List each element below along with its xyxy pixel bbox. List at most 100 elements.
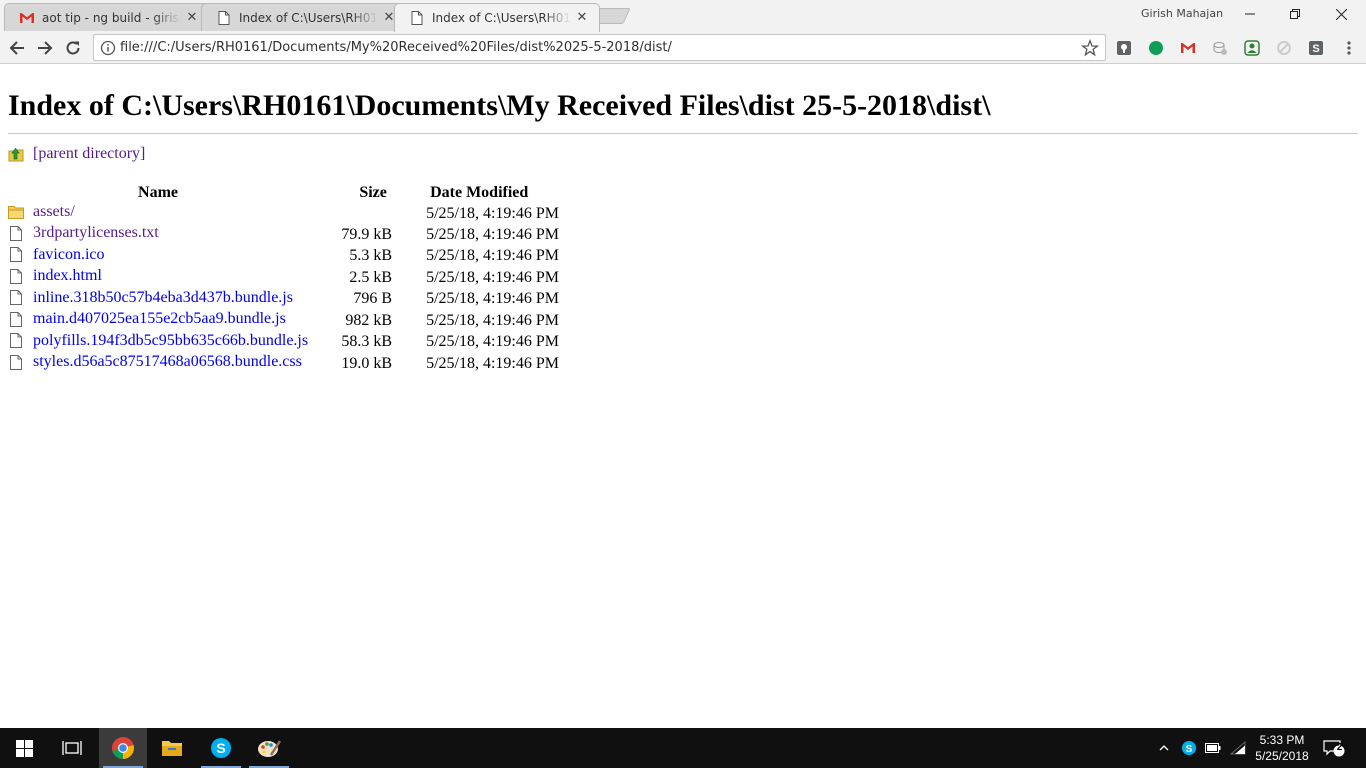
file-name-cell: 3rdpartylicenses.txt [8,224,308,246]
file-link[interactable]: main.d407025ea155e2cb5aa9.bundle.js [33,310,286,328]
windows-taskbar: S S 5:33 PM 5/25/2018 2 [0,728,1366,768]
file-size-cell: 79.9 kB [341,225,393,243]
paint-icon [258,740,281,757]
table-row: styles.d56a5c87517468a06568.bundle.css 19… [8,353,559,375]
file-size-cell: 982 kB [345,311,393,329]
up-folder-icon [8,147,24,162]
table-header-row: Name Size Date Modified [8,183,559,203]
file-name-cell: index.html [8,267,308,289]
file-name-cell: styles.d56a5c87517468a06568.bundle.css [8,353,308,375]
tab-index-1[interactable]: Index of C:\Users\RH0161\ ✕ [201,3,407,31]
file-date-cell: 5/25/18, 4:19:46 PM [426,311,559,329]
url-text[interactable]: file:///C:/Users/RH0161/Documents/My%20R… [120,40,672,55]
parent-directory-link[interactable]: [parent directory] [33,145,145,163]
skype-icon: S [211,738,231,758]
file-date-cell: 5/25/18, 4:19:46 PM [426,268,559,286]
clock-time: 5:33 PM [1259,733,1305,747]
file-link[interactable]: index.html [33,267,102,285]
action-center-button[interactable]: 2 [1322,728,1346,768]
address-bar[interactable]: file:///C:/Users/RH0161/Documents/My%20R… [93,34,1106,61]
minimize-button[interactable] [1227,0,1273,28]
restore-icon [1290,9,1300,19]
file-icon [8,268,24,284]
paint-taskbar-button[interactable] [245,728,293,768]
column-header-date-modified[interactable]: Date Modified [398,183,559,203]
info-icon[interactable] [100,40,116,56]
file-link[interactable]: inline.318b50c57b4eba3d437b.bundle.js [33,289,293,307]
file-date-cell: 5/25/18, 4:19:46 PM [426,333,559,351]
file-link[interactable]: favicon.ico [33,246,105,264]
skype-taskbar-button[interactable]: S [197,728,245,768]
parent-directory-link-row: [parent directory] [8,145,145,163]
table-row: assets/5/25/18, 4:19:46 PM [8,203,559,224]
show-hidden-icons-button[interactable] [1155,728,1173,768]
start-button[interactable] [0,728,48,768]
page-icon [216,10,232,26]
chrome-taskbar-button[interactable] [99,728,147,768]
extension-disabled-icon[interactable] [1275,39,1293,57]
page-title: Index of C:\Users\RH0161\Documents\My Re… [8,89,991,122]
table-row: index.html 2.5 kB 5/25/18, 4:19:46 PM [8,267,559,289]
extension-green-dot-icon[interactable] [1147,39,1165,57]
tab-index-2-active[interactable]: Index of C:\Users\RH0161\ ✕ [394,3,600,32]
forward-arrow-icon [38,41,53,55]
skype-tray-button[interactable]: S [1180,728,1198,768]
file-name-cell: favicon.ico [8,246,308,268]
file-date-cell: 5/25/18, 4:19:46 PM [426,290,559,308]
file-name-cell: inline.318b50c57b4eba3d437b.bundle.js [8,289,308,311]
column-header-name[interactable]: Name [8,183,308,203]
profile-name[interactable]: Girish Mahajan [1141,7,1223,20]
file-link[interactable]: 3rdpartylicenses.txt [33,224,159,242]
task-view-icon [62,741,82,755]
svg-text:S: S [216,740,225,756]
bookmark-star-icon[interactable] [1081,39,1099,57]
file-link[interactable]: styles.d56a5c87517468a06568.bundle.css [33,353,302,371]
close-window-button[interactable] [1318,0,1364,28]
file-rows: assets/5/25/18, 4:19:46 PM 3rdpartylicens… [8,203,559,375]
windows-logo-icon [15,739,33,757]
menu-icon[interactable] [1340,39,1358,57]
file-link[interactable]: assets/ [33,203,75,221]
file-link[interactable]: polyfills.194f3db5c95bb635c66b.bundle.js [33,332,308,350]
file-date-cell: 5/25/18, 4:19:46 PM [426,247,559,265]
notification-count: 2 [1336,742,1343,753]
extension-shield-icon[interactable] [1115,39,1133,57]
gmail-extension-icon[interactable] [1179,39,1197,57]
wifi-button[interactable] [1229,728,1247,768]
minimize-icon [1245,13,1255,15]
file-date-cell: 5/25/18, 4:19:46 PM [426,354,559,372]
svg-text:S: S [1312,43,1319,55]
tab-gmail[interactable]: aot tip - ng build - girish ✕ [4,3,210,31]
file-size-cell [308,203,398,224]
chevron-up-icon [1159,745,1169,751]
file-size-cell: 19.0 kB [341,354,393,372]
file-name-cell: assets/ [8,203,308,224]
task-view-button[interactable] [48,728,96,768]
file-date-cell: 5/25/18, 4:19:46 PM [426,225,559,243]
battery-icon [1205,743,1221,753]
table-row: favicon.ico 5.3 kB 5/25/18, 4:19:46 PM [8,246,559,268]
tab-title: Index of C:\Users\RH0161\ [239,10,378,25]
forward-button[interactable] [33,36,57,60]
file-date-cell: 5/25/18, 4:19:46 PM [426,204,559,222]
file-explorer-taskbar-button[interactable] [148,728,196,768]
extension-user-icon[interactable] [1243,39,1261,57]
reload-button[interactable] [61,36,85,60]
close-icon[interactable]: ✕ [575,11,589,25]
close-icon[interactable]: ✕ [185,10,199,25]
file-icon [8,333,24,349]
back-button[interactable] [5,36,29,60]
table-row: inline.318b50c57b4eba3d437b.bundle.js 796… [8,289,559,311]
tab-title: aot tip - ng build - girish [42,10,181,25]
extension-s-icon[interactable]: S [1307,39,1325,57]
page-icon [409,10,425,26]
restore-button[interactable] [1272,0,1318,28]
battery-button[interactable] [1204,728,1222,768]
close-window-icon [1335,8,1347,20]
skype-tray-icon: S [1182,741,1196,755]
column-header-size[interactable]: Size [308,183,398,203]
extension-coins-icon[interactable] [1211,39,1229,57]
system-clock[interactable]: 5:33 PM 5/25/2018 [1250,732,1314,764]
clock-date: 5/25/2018 [1255,749,1309,763]
table-row: 3rdpartylicenses.txt 79.9 kB 5/25/18, 4:19… [8,224,559,246]
